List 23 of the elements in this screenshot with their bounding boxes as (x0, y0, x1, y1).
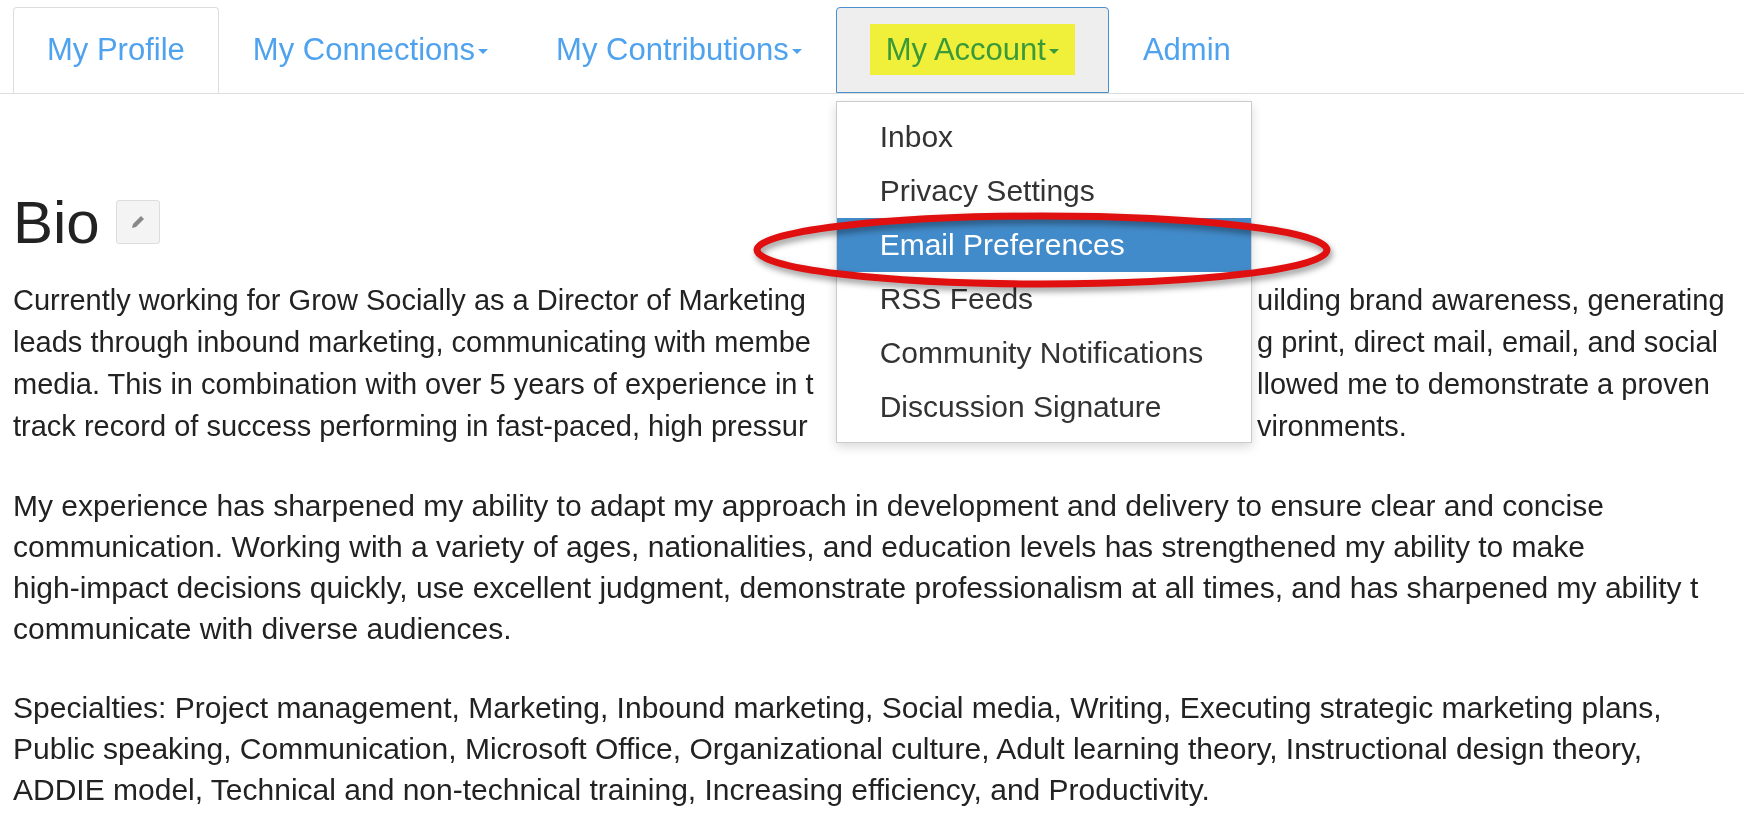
menu-item[interactable]: Email Preferences (836, 218, 1251, 272)
nav-tab[interactable]: My Account (835, 7, 1109, 93)
menu-item[interactable]: Inbox (836, 110, 1251, 164)
bio-text: uilding brand awareness, generating (1257, 283, 1725, 318)
bio-heading: Bio (13, 187, 100, 257)
bio-text: media. This in combination with over 5 years of experience in t (13, 367, 814, 402)
nav-tab[interactable]: My Connections (218, 7, 523, 93)
edit-button[interactable] (115, 200, 160, 244)
nav-tab[interactable]: Admin (1108, 7, 1265, 93)
nav-tab[interactable]: My Contributions (522, 7, 836, 93)
bio-text: leads through inbound marketing, communicating with membe (13, 325, 811, 360)
bio-text: Currently working for Grow Socially as a Director of Marketing (13, 283, 806, 318)
menu-item[interactable]: Community Notifications (836, 326, 1251, 380)
menu-item[interactable]: Discussion Signature (836, 380, 1251, 434)
menu-item[interactable]: Privacy Settings (836, 164, 1251, 218)
bio-text: g print, direct mail, email, and social (1257, 325, 1718, 360)
bio-paragraph: Specialties: Project management, Marketing, Inbound marketing, Social media, Writing, Executing strategic marketing plans, Public speaking, Communication, Microsoft Office, Organizational culture, Adult learning theory, Instructional design theory, ADDIE model, Technical and non-technical training, Increasing efficiency, and Productivity. (13, 690, 1663, 808)
bio-text: vironments. (1257, 409, 1407, 444)
nav-tab[interactable]: My Profile (13, 7, 219, 93)
menu-item[interactable]: RSS Feeds (836, 272, 1251, 326)
bio-text: track record of success performing in fast-paced, high pressur (13, 409, 808, 444)
bio-paragraph: My experience has sharpened my ability to adapt my approach in development and delivery to ensure clear and concise communication. Working with a variety of ages, nationalities, and education levels has strengthened my ability to make high-impact decisions quickly, use excellent judgment, demonstrate professionalism at all times, and has sharpened my ability t communicate with diverse audiences. (13, 488, 1700, 647)
bio-text: llowed me to demonstrate a proven (1257, 367, 1710, 402)
